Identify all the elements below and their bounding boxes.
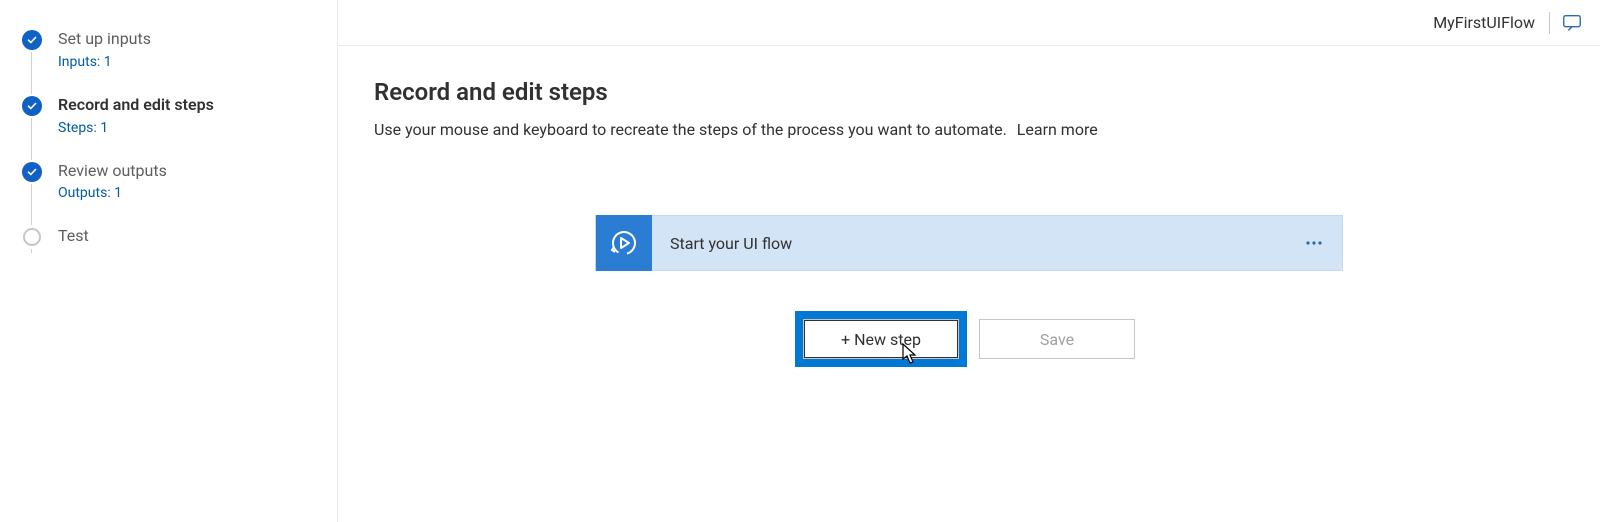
step-sublabel: Inputs: 1 bbox=[58, 54, 151, 70]
step-label: Record and edit steps bbox=[58, 95, 214, 116]
page-header: MyFirstUIFlow bbox=[338, 0, 1600, 46]
feedback-icon[interactable] bbox=[1550, 0, 1594, 46]
main-content: Record and edit steps Use your mouse and… bbox=[338, 46, 1600, 522]
flow-name-label: MyFirstUIFlow bbox=[1433, 13, 1549, 32]
sidebar-item-set-up-inputs[interactable]: Set up inputs Inputs: 1 bbox=[20, 22, 337, 88]
page-title: Record and edit steps bbox=[374, 78, 1564, 106]
check-icon bbox=[20, 28, 44, 52]
circle-icon bbox=[20, 225, 44, 249]
page-description: Use your mouse and keyboard to recreate … bbox=[374, 120, 1564, 139]
new-step-button[interactable]: + New step bbox=[803, 319, 959, 359]
step-label: Review outputs bbox=[58, 161, 167, 182]
more-icon[interactable] bbox=[1286, 215, 1342, 271]
learn-more-link[interactable]: Learn more bbox=[1017, 120, 1098, 139]
play-refresh-icon bbox=[596, 215, 652, 271]
save-button[interactable]: Save bbox=[979, 319, 1135, 359]
step-sublabel: Outputs: 1 bbox=[58, 185, 167, 201]
wizard-steps-list: Set up inputs Inputs: 1 Record and edit … bbox=[0, 22, 337, 267]
action-buttons-row: + New step Save bbox=[374, 319, 1564, 359]
description-text: Use your mouse and keyboard to recreate … bbox=[374, 120, 1007, 139]
check-icon bbox=[20, 94, 44, 118]
sidebar-item-record-edit-steps[interactable]: Record and edit steps Steps: 1 bbox=[20, 88, 337, 154]
save-label: Save bbox=[1040, 330, 1074, 349]
step-sublabel: Steps: 1 bbox=[58, 120, 214, 136]
flow-step-card[interactable]: Start your UI flow bbox=[595, 215, 1343, 271]
step-label: Test bbox=[58, 226, 89, 247]
sidebar-item-review-outputs[interactable]: Review outputs Outputs: 1 bbox=[20, 154, 337, 220]
step-label: Set up inputs bbox=[58, 29, 151, 50]
check-icon bbox=[20, 160, 44, 184]
wizard-sidebar: Set up inputs Inputs: 1 Record and edit … bbox=[0, 0, 338, 522]
new-step-label: + New step bbox=[841, 330, 921, 349]
sidebar-item-test[interactable]: Test bbox=[20, 219, 337, 267]
flow-card-title: Start your UI flow bbox=[652, 234, 1286, 253]
